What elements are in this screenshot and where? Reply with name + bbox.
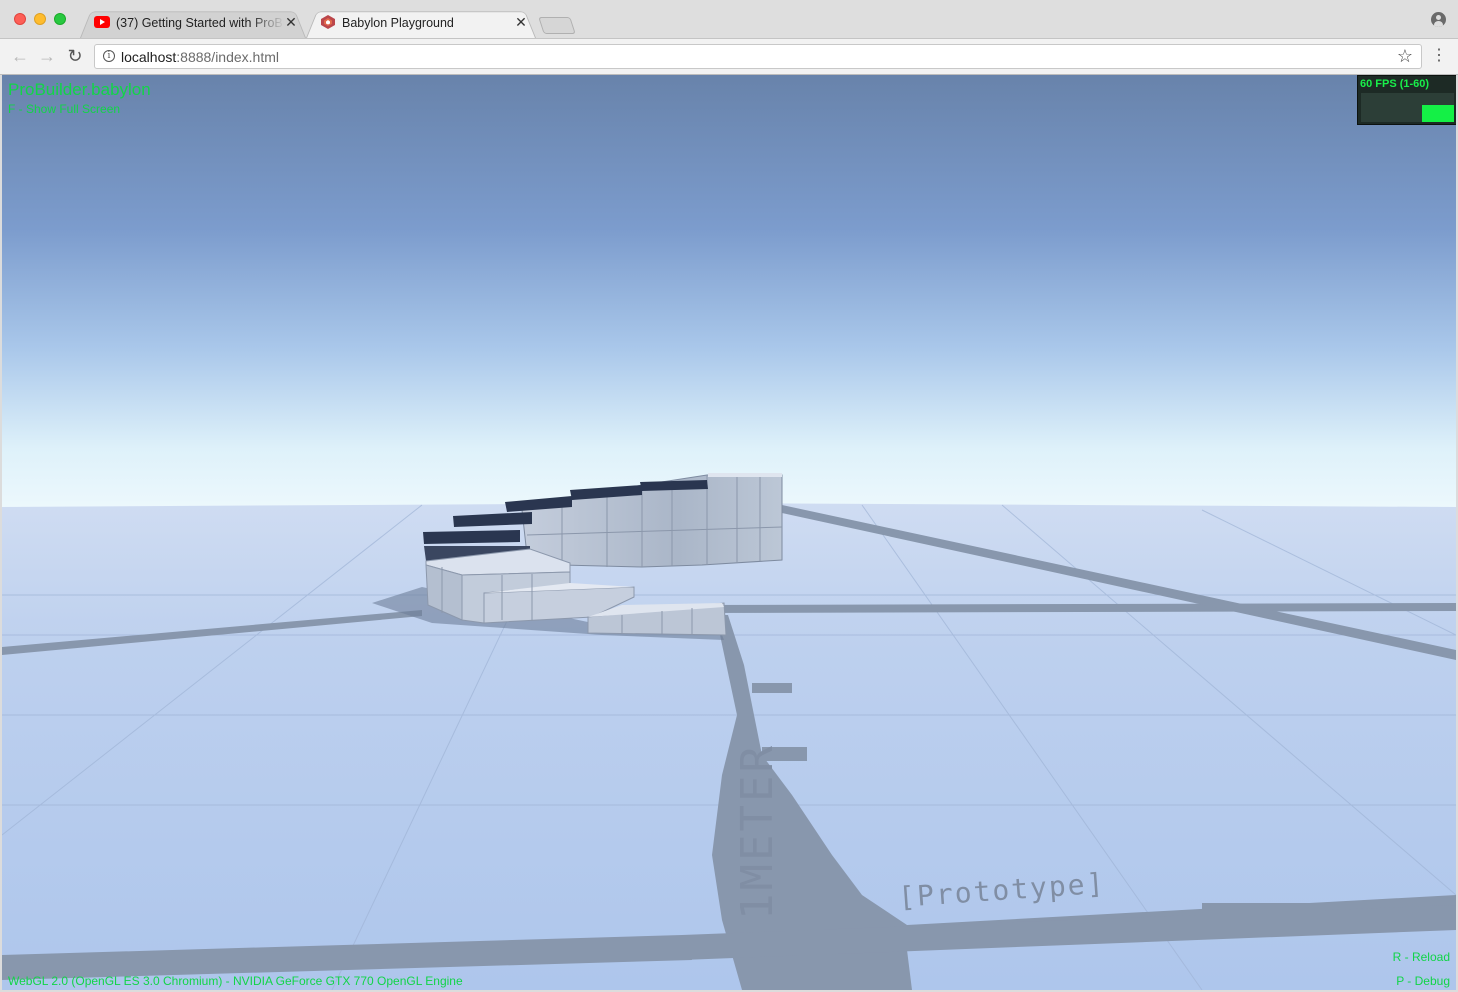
fps-graph <box>1361 93 1454 122</box>
tab-youtube[interactable]: (37) Getting Started with ProBuilder ✕ <box>80 8 306 38</box>
fps-bar <box>1422 104 1454 122</box>
window-minimize-button[interactable] <box>34 13 46 25</box>
tab-close-icon[interactable]: ✕ <box>514 14 528 30</box>
reload-icon[interactable]: ↻ <box>64 45 86 67</box>
tab-title: Babylon Playground <box>342 16 454 30</box>
renderer-info: WebGL 2.0 (OpenGL ES 3.0 Chromium) - NVI… <box>8 974 463 988</box>
new-tab-button[interactable] <box>538 17 576 34</box>
fps-label: 60 FPS (1-60) <box>1360 78 1430 90</box>
fps-meter: 60 FPS (1-60) <box>1357 75 1456 125</box>
bookmark-star-icon[interactable]: ☆ <box>1397 46 1413 66</box>
scene-render: 1METER [Prototype] <box>2 75 1456 990</box>
window-maximize-button[interactable] <box>54 13 66 25</box>
fullscreen-hint: F - Show Full Screen <box>8 102 121 116</box>
address-bar[interactable]: i localhost:8888/index.html ☆ <box>94 44 1422 69</box>
tab-babylon-playground[interactable]: Babylon Playground ✕ <box>306 8 536 38</box>
forward-arrow-icon[interactable]: → <box>36 45 58 67</box>
tab-title: (37) Getting Started with ProBuilder <box>116 16 284 30</box>
back-arrow-icon[interactable]: ← <box>9 45 31 67</box>
url-text[interactable]: localhost:8888/index.html <box>121 49 279 65</box>
reload-hint: R - Reload <box>1392 950 1450 964</box>
scene-title: ProBuilder.babylon <box>8 80 151 99</box>
info-icon[interactable]: i <box>103 50 115 62</box>
sky <box>2 75 1456 515</box>
babylon-canvas[interactable]: 1METER [Prototype] ProBuilder.babylon F … <box>2 75 1456 990</box>
youtube-icon <box>94 16 110 28</box>
tab-close-icon[interactable]: ✕ <box>284 14 298 30</box>
babylon-icon <box>321 15 335 29</box>
browser-toolbar: ← → ↻ i localhost:8888/index.html ☆ ⋮ <box>0 39 1458 75</box>
profile-icon[interactable] <box>1431 12 1446 27</box>
debug-hint: P - Debug <box>1396 974 1450 988</box>
floor-text-meter: 1METER <box>732 743 783 920</box>
more-menu-icon[interactable]: ⋮ <box>1430 46 1448 66</box>
window-close-button[interactable] <box>14 13 26 25</box>
browser-titlebar: (37) Getting Started with ProBuilder ✕ B… <box>0 0 1458 39</box>
